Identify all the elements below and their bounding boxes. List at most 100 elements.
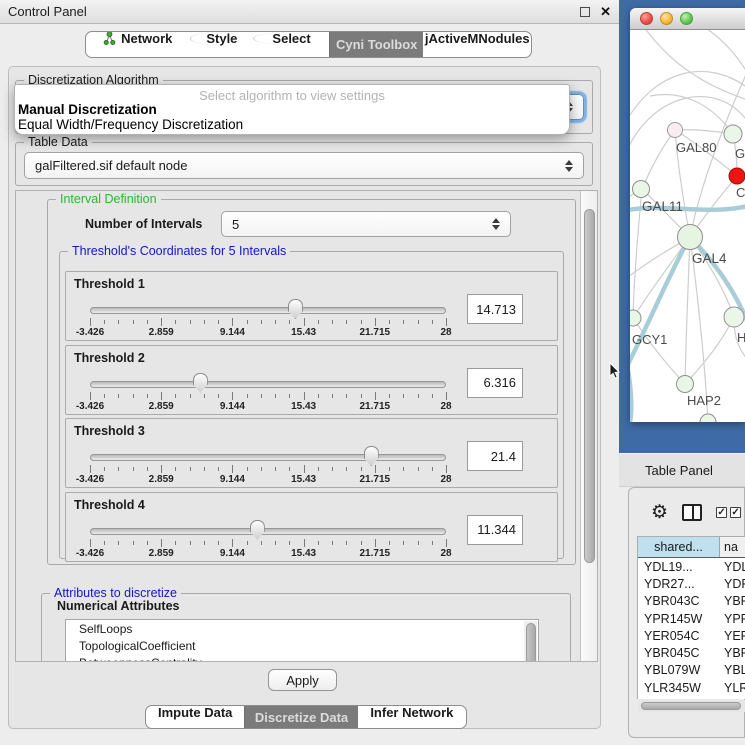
- network-canvas[interactable]: GAL80 G C GAL11 GAL4 GCY1 H HAP2: [630, 30, 745, 422]
- apply-button[interactable]: Apply: [268, 669, 337, 691]
- slider-thumb[interactable]: [193, 373, 208, 393]
- tab-style[interactable]: Style: [190, 32, 254, 45]
- checkbox-icon[interactable]: ✓: [730, 507, 741, 518]
- list-item[interactable]: TopologicalCoefficient: [66, 637, 538, 654]
- slider-tick: [104, 541, 105, 545]
- slider-thumb[interactable]: [288, 299, 303, 319]
- slider-thumb[interactable]: [250, 520, 265, 540]
- node-label[interactable]: GAL4: [692, 251, 727, 266]
- list-item[interactable]: BetweennessCentrality: [66, 654, 538, 662]
- table-row[interactable]: YIL052CYIL0: [638, 696, 745, 699]
- table-row[interactable]: YLR345WYLR3: [638, 679, 745, 696]
- algorithm-option-manual-discretization[interactable]: Manual Discretization: [15, 102, 569, 117]
- slider-track[interactable]: [90, 381, 446, 388]
- network-graph[interactable]: GAL80 G C GAL11 GAL4 GCY1 H HAP2: [630, 30, 745, 422]
- scrollbar-thumb[interactable]: [584, 209, 595, 563]
- table-row[interactable]: YDL19...YDL1: [638, 558, 745, 575]
- node-red[interactable]: [729, 168, 745, 184]
- node-label[interactable]: GAL80: [676, 140, 716, 155]
- tab-select[interactable]: Select: [253, 32, 329, 45]
- threshold-value-field[interactable]: 14.713: [467, 294, 523, 324]
- slider-tick: [389, 320, 390, 324]
- node-gcy1[interactable]: [630, 310, 641, 326]
- tab-cyni-toolbox[interactable]: Cyni Toolbox: [329, 32, 424, 57]
- cell-name: YDL1: [720, 560, 745, 574]
- slider-tick: [304, 465, 305, 473]
- node-label[interactable]: GAL11: [642, 199, 683, 214]
- table-panel-header: Table Panel: [619, 453, 745, 487]
- scrollbar-thumb[interactable]: [641, 702, 741, 710]
- close-icon[interactable]: ✕: [600, 7, 611, 17]
- node-label[interactable]: HAP2: [687, 393, 721, 408]
- table-data-combobox[interactable]: galFiltered.sif default node: [24, 152, 584, 179]
- algorithm-prompt-item[interactable]: Select algorithm to view settings: [15, 85, 569, 102]
- network-window-titlebar[interactable]: [630, 8, 745, 30]
- slider-tick: [175, 394, 176, 398]
- table-row[interactable]: YBL079WYBL0: [638, 662, 745, 679]
- table-row[interactable]: YDR27...YDR2: [638, 575, 745, 592]
- slider-tick: [418, 541, 419, 545]
- threshold-value-field[interactable]: 6.316: [467, 368, 523, 398]
- num-intervals-combobox[interactable]: 5: [221, 211, 511, 237]
- node-gal80[interactable]: [668, 123, 683, 138]
- table-row[interactable]: YBR043CYBR0: [638, 593, 745, 610]
- num-intervals-label: Number of Intervals: [85, 217, 202, 231]
- threshold-label: Threshold 1: [74, 277, 145, 291]
- network-edge: [633, 318, 685, 384]
- table-row[interactable]: YPR145WYPR1: [638, 610, 745, 627]
- list-scrollbar[interactable]: [524, 621, 537, 662]
- slider-tick: [389, 467, 390, 471]
- table-row[interactable]: YBR045CYBR0: [638, 644, 745, 661]
- threshold-value-field[interactable]: 21.4: [467, 441, 523, 471]
- list-item[interactable]: SelfLoops: [66, 620, 538, 637]
- column-header-name[interactable]: na: [720, 537, 745, 557]
- node-hap2[interactable]: [677, 376, 694, 393]
- vertical-scrollbar[interactable]: [580, 191, 597, 661]
- slider-tick: [161, 318, 162, 326]
- node-gal11[interactable]: [633, 181, 650, 198]
- node-label[interactable]: G: [735, 146, 745, 161]
- network-edge: [685, 317, 734, 384]
- slider-tick: [218, 320, 219, 324]
- column-header-shared[interactable]: shared...: [638, 537, 720, 557]
- combo-stepper-icon[interactable]: [492, 217, 501, 231]
- close-button[interactable]: [640, 12, 653, 25]
- node-label[interactable]: H: [737, 330, 745, 345]
- slider-track[interactable]: [90, 307, 446, 314]
- node-label[interactable]: GCY1: [632, 332, 667, 347]
- float-window-icon[interactable]: [580, 7, 590, 17]
- tab-discretize-data[interactable]: Discretize Data: [244, 706, 357, 728]
- slider-track[interactable]: [90, 454, 446, 461]
- threshold-value-field[interactable]: 11.344: [467, 515, 523, 545]
- threshold-box-3: Threshold 3-3.4262.8599.14415.4321.71528…: [65, 418, 558, 488]
- slider-track[interactable]: [90, 528, 446, 535]
- algorithm-option-equal-width-frequency-discretization[interactable]: Equal Width/Frequency Discretization: [15, 117, 569, 132]
- slider-thumb[interactable]: [364, 446, 379, 466]
- checkbox-icon[interactable]: ✓: [716, 507, 727, 518]
- tick-label: 28: [440, 548, 451, 559]
- node-h[interactable]: [724, 307, 744, 327]
- gear-icon[interactable]: ⚙: [651, 503, 668, 522]
- node-bottom[interactable]: [700, 414, 716, 422]
- network-edge: [685, 237, 690, 384]
- tick-label: 9.144: [220, 548, 245, 559]
- table-row[interactable]: YER054CYER0: [638, 627, 745, 644]
- numerical-attributes-list[interactable]: SelfLoopsTopologicalCoefficientBetweenne…: [65, 619, 539, 662]
- node-gal4[interactable]: [678, 225, 703, 250]
- scrollbar-thumb[interactable]: [526, 623, 536, 662]
- minimize-button[interactable]: [660, 12, 673, 25]
- zoom-button[interactable]: [680, 12, 693, 25]
- combo-stepper-icon[interactable]: [565, 159, 574, 173]
- slider-tick: [247, 394, 248, 398]
- tab-network[interactable]: Network: [86, 32, 190, 45]
- tab-infer-network[interactable]: Infer Network: [358, 706, 466, 719]
- horizontal-scrollbar[interactable]: [638, 700, 745, 712]
- node-label[interactable]: C: [736, 185, 745, 200]
- cell-name: YBL0: [720, 663, 745, 677]
- algorithm-dropdown-popup: Select algorithm to view settings Manual…: [14, 84, 570, 135]
- tab-impute-data[interactable]: Impute Data: [146, 706, 244, 719]
- split-view-icon[interactable]: [682, 504, 702, 521]
- cell-shared-name: YER054C: [638, 629, 720, 643]
- node-top-right[interactable]: [724, 125, 742, 143]
- tab-jactivemnodules[interactable]: jActiveMNodules: [423, 32, 531, 45]
